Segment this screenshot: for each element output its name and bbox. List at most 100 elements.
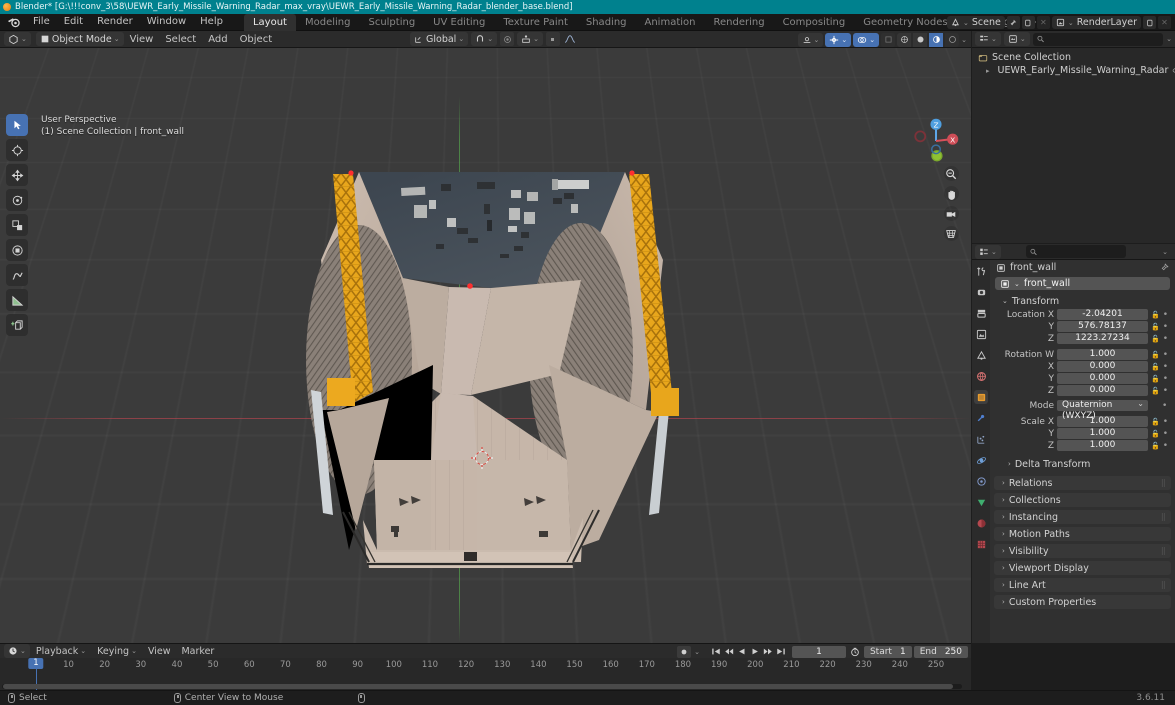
outliner-row-scene-collection[interactable]: Scene Collection bbox=[972, 51, 1175, 64]
tab-sculpting[interactable]: Sculpting bbox=[359, 14, 424, 31]
timeline-playhead-label[interactable]: 1 bbox=[28, 658, 44, 669]
move-tool[interactable] bbox=[6, 164, 28, 186]
timeline-menu-view[interactable]: View bbox=[143, 646, 176, 657]
new-view-layer-button[interactable] bbox=[1143, 16, 1156, 29]
toggle-perspective-icon[interactable] bbox=[943, 226, 959, 241]
shading-solid-button[interactable] bbox=[913, 32, 928, 47]
rotation-w-row[interactable]: Rotation W 1.000 🔓 • bbox=[994, 349, 1171, 360]
outliner-editor-type[interactable]: ⌄ bbox=[975, 32, 1001, 46]
blender-menu-icon[interactable] bbox=[6, 15, 22, 29]
rotation-y-lock[interactable]: 🔓 • bbox=[1151, 374, 1171, 384]
properties-search-field[interactable] bbox=[1040, 246, 1122, 257]
timeline-panel[interactable]: 10 20 30 40 50 60 70 80 90 100 110 120 130 140 150 160 1… bbox=[0, 658, 971, 690]
zoom-icon[interactable] bbox=[943, 166, 959, 181]
view-layer-selector[interactable]: ⌄ RenderLayer bbox=[1051, 16, 1141, 29]
panel-grip-icon[interactable]: ⣿ bbox=[1161, 513, 1166, 521]
menu-window[interactable]: Window bbox=[140, 15, 193, 29]
pivot-point-selector[interactable]: ⌄ bbox=[517, 32, 543, 46]
modifiers-icon[interactable] bbox=[974, 411, 988, 425]
timeline-menu-marker[interactable]: Marker bbox=[176, 646, 219, 657]
tool-icon[interactable] bbox=[974, 264, 988, 278]
rotation-z-row[interactable]: Z 0.000 🔓 • bbox=[994, 385, 1171, 396]
rotation-w-field[interactable]: 1.000 bbox=[1057, 349, 1148, 360]
play-reverse-button[interactable] bbox=[736, 646, 748, 658]
viewport-menu-add[interactable]: Add bbox=[202, 34, 233, 45]
location-x-row[interactable]: Location X -2.04201 🔓 • bbox=[994, 309, 1171, 320]
panel-header-instancing[interactable]: › Instancing ⣿ bbox=[994, 510, 1171, 524]
proportional-falloff-icon[interactable] bbox=[563, 32, 577, 46]
editor-type-selector[interactable]: ⌄ bbox=[4, 32, 31, 46]
scene-selector[interactable]: ⌄ Scene bbox=[946, 16, 1005, 29]
snap-magnet-icon[interactable]: ⌄ bbox=[471, 32, 498, 46]
scene-icon[interactable] bbox=[974, 348, 988, 362]
output-icon[interactable] bbox=[974, 306, 988, 320]
proportional-edit-icon[interactable] bbox=[500, 32, 515, 46]
tweak-select-tool[interactable] bbox=[6, 114, 28, 136]
shading-rendered-button[interactable] bbox=[945, 32, 960, 47]
panel-header-collections[interactable]: › Collections bbox=[994, 493, 1171, 507]
gizmo-toggle[interactable]: ⌄ bbox=[825, 32, 852, 47]
3d-viewport[interactable]: User Perspective (1) Scene Collection | … bbox=[0, 48, 971, 643]
tab-rendering[interactable]: Rendering bbox=[704, 14, 773, 31]
annotate-tool[interactable] bbox=[6, 264, 28, 286]
pan-hand-icon[interactable] bbox=[943, 186, 959, 201]
physics-icon[interactable] bbox=[974, 453, 988, 467]
object-mode-selector[interactable]: Object Mode ⌄ bbox=[35, 32, 124, 46]
play-button[interactable] bbox=[749, 646, 761, 658]
pin-icon[interactable] bbox=[1160, 263, 1169, 272]
location-y-field[interactable]: 576.78137 bbox=[1057, 321, 1148, 332]
tab-animation[interactable]: Animation bbox=[636, 14, 705, 31]
navigation-gizmo[interactable]: Z X bbox=[911, 116, 961, 166]
panel-header-transform[interactable]: ⌄ Transform bbox=[994, 294, 1171, 308]
shading-material-preview-button[interactable] bbox=[929, 32, 944, 47]
timeline-menu-playback[interactable]: Playback ⌄ bbox=[31, 646, 91, 657]
rotate-tool[interactable] bbox=[6, 189, 28, 211]
particles-icon[interactable] bbox=[974, 432, 988, 446]
tab-texture-paint[interactable]: Texture Paint bbox=[494, 14, 577, 31]
scale-z-lock[interactable]: 🔓 • bbox=[1151, 441, 1171, 451]
location-y-lock[interactable]: 🔓 • bbox=[1151, 322, 1171, 332]
pin-scene-icon[interactable] bbox=[1006, 16, 1020, 29]
menu-edit[interactable]: Edit bbox=[57, 15, 90, 29]
location-y-row[interactable]: Y 576.78137 🔓 • bbox=[994, 321, 1171, 332]
material-icon[interactable] bbox=[974, 516, 988, 530]
scale-tool[interactable] bbox=[6, 214, 28, 236]
view-layer-icon[interactable] bbox=[974, 327, 988, 341]
rotation-x-field[interactable]: 0.000 bbox=[1057, 361, 1148, 372]
rotation-w-lock[interactable]: 🔓 • bbox=[1151, 350, 1171, 360]
viewport-menu-view[interactable]: View bbox=[124, 34, 160, 45]
timeline-menu-keying[interactable]: Keying ⌄ bbox=[92, 646, 142, 657]
remove-view-layer-button[interactable]: ✕ bbox=[1158, 16, 1171, 29]
xray-toggle[interactable] bbox=[881, 32, 896, 47]
camera-view-icon[interactable] bbox=[943, 206, 959, 221]
start-value[interactable]: 1 bbox=[900, 647, 906, 657]
tab-shading[interactable]: Shading bbox=[577, 14, 636, 31]
panel-header-relations[interactable]: › Relations ⣿ bbox=[994, 476, 1171, 490]
scale-y-row[interactable]: Y 1.000 🔓 • bbox=[994, 428, 1171, 439]
tab-compositing[interactable]: Compositing bbox=[774, 14, 855, 31]
rotation-z-lock[interactable]: 🔓 • bbox=[1151, 386, 1171, 396]
visibility-selector[interactable]: ⌄ bbox=[797, 32, 824, 47]
location-z-field[interactable]: 1223.27234 bbox=[1057, 333, 1148, 344]
timeline-scrollbar[interactable] bbox=[2, 684, 962, 689]
jump-to-start-button[interactable] bbox=[710, 646, 722, 658]
rotation-x-row[interactable]: X 0.000 🔓 • bbox=[994, 361, 1171, 372]
tab-modeling[interactable]: Modeling bbox=[296, 14, 360, 31]
menu-render[interactable]: Render bbox=[90, 15, 140, 29]
properties-panel[interactable]: front_wall ⌄ front_wall ⌄ Transform Loca… bbox=[990, 260, 1175, 643]
object-id-block[interactable]: ⌄ front_wall bbox=[995, 277, 1170, 290]
world-icon[interactable] bbox=[974, 369, 988, 383]
panel-header-delta-transform[interactable]: › Delta Transform bbox=[994, 457, 1171, 471]
timeline-editor-type[interactable]: ⌄ bbox=[4, 644, 30, 658]
panel-grip-icon[interactable]: ⣿ bbox=[1161, 581, 1166, 589]
previous-keyframe-button[interactable] bbox=[723, 646, 735, 658]
properties-search-input[interactable] bbox=[1025, 245, 1126, 258]
properties-options-caret[interactable]: ⌄ bbox=[1162, 248, 1172, 256]
tab-uv-editing[interactable]: UV Editing bbox=[424, 14, 494, 31]
scale-y-lock[interactable]: 🔓 • bbox=[1151, 429, 1171, 439]
outliner-panel[interactable]: Scene Collection ▸ UEWR_Early_Missile_Wa… bbox=[972, 48, 1175, 243]
add-cube-tool[interactable] bbox=[6, 314, 28, 336]
scale-z-field[interactable]: 1.000 bbox=[1057, 440, 1148, 451]
panel-header-line-art[interactable]: › Line Art ⣿ bbox=[994, 578, 1171, 592]
properties-editor-type[interactable]: ⌄ bbox=[975, 244, 1001, 259]
